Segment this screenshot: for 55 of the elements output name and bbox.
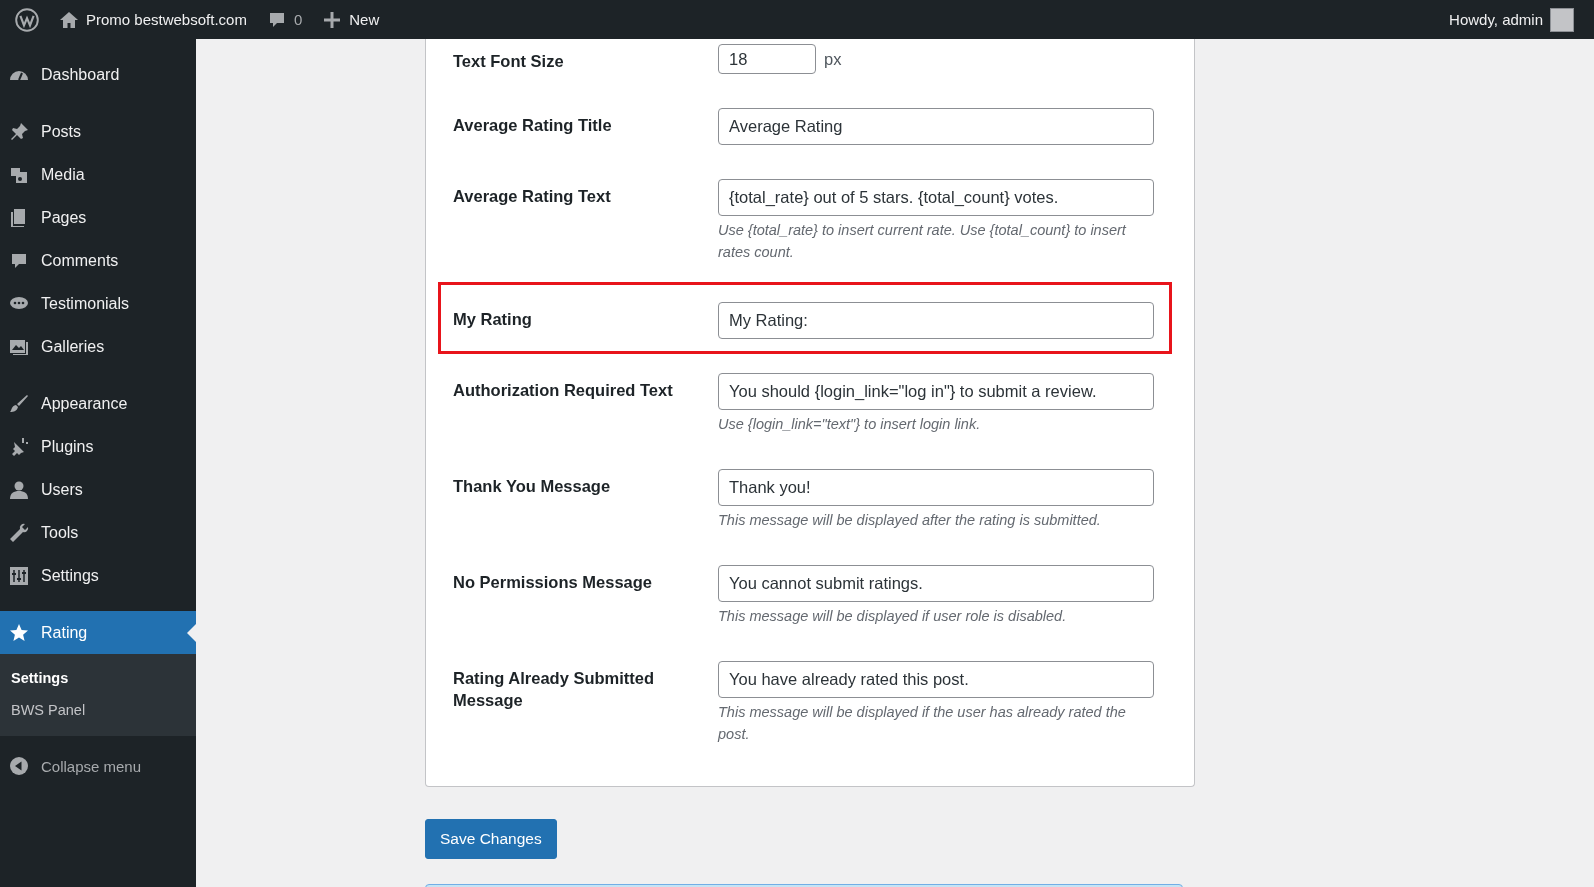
field-description: This message will be displayed if the user has already rated the post.: [718, 703, 1127, 744]
star-icon: [9, 622, 29, 643]
sidebar-item[interactable]: Rating: [0, 611, 196, 654]
home-icon[interactable]: [59, 9, 79, 30]
sidebar-item[interactable]: Dashboard: [0, 53, 196, 96]
submenu-item[interactable]: BWS Panel: [0, 694, 196, 726]
sidebar-item[interactable]: Plugins: [0, 425, 196, 468]
avatar[interactable]: [1550, 7, 1574, 32]
unit-label: px: [824, 49, 842, 69]
text-field[interactable]: You should {login_link="log in"} to submit a review.: [718, 373, 1154, 410]
field-description: Use {login_link="text"} to insert login link.: [718, 415, 982, 434]
field-description: This message will be displayed if user role is disabled.: [718, 607, 1068, 626]
comment-count[interactable]: 0: [293, 11, 303, 28]
number-field[interactable]: 18: [718, 44, 816, 74]
pushpin-icon: [9, 121, 29, 142]
sidebar-item[interactable]: Galleries: [0, 325, 196, 368]
text-field[interactable]: Average Rating: [718, 108, 1154, 145]
field-label: Thank You Message: [453, 476, 612, 497]
text-field[interactable]: You have already rated this post.: [718, 661, 1154, 698]
sidebar-item[interactable]: Tools: [0, 511, 196, 554]
plus-icon[interactable]: [322, 9, 343, 30]
wordpress-logo-icon[interactable]: [15, 7, 39, 32]
sidebar-item[interactable]: Posts: [0, 110, 196, 153]
sidebar-item[interactable]: Media: [0, 153, 196, 196]
field-label: Average Rating Title: [453, 115, 613, 136]
field-label: My Rating: [453, 309, 533, 330]
field-description: This message will be displayed after the rating is submitted.: [718, 511, 1102, 530]
save-changes-button[interactable]: Save Changes: [425, 819, 557, 859]
sidebar-item[interactable]: Users: [0, 468, 196, 511]
sidebar-item[interactable]: Comments: [0, 239, 196, 282]
sidebar-item[interactable]: Testimonials: [0, 282, 196, 325]
field-label: Text Font Size: [453, 51, 565, 72]
wrench-icon: [9, 522, 29, 543]
text-field[interactable]: My Rating:: [718, 302, 1154, 339]
sliders-icon: [9, 565, 29, 586]
text-field[interactable]: Thank you!: [718, 469, 1154, 506]
field-description: Use {total_rate} to insert current rate. Use {total_count} to insert rates count.: [718, 221, 1128, 262]
collapse-icon: [9, 756, 29, 776]
greeting-link[interactable]: Howdy, admin: [1449, 11, 1543, 28]
sidebar-item[interactable]: Settings: [0, 554, 196, 597]
current-item-pointer: [187, 624, 196, 642]
sidebar-item[interactable]: Pages: [0, 196, 196, 239]
user-icon: [9, 479, 29, 500]
collapse-menu-button[interactable]: Collapse menu: [0, 746, 196, 786]
sidebar-item[interactable]: Appearance: [0, 382, 196, 425]
field-label: Authorization Required Text: [453, 380, 674, 401]
field-label: Average Rating Text: [453, 186, 612, 207]
text-field[interactable]: You cannot submit ratings.: [718, 565, 1154, 602]
new-link[interactable]: New: [349, 11, 380, 28]
paintbrush-icon: [9, 393, 29, 414]
text-field[interactable]: {total_rate} out of 5 stars. {total_count} votes.: [718, 179, 1154, 216]
site-name-link[interactable]: Promo bestwebsoft.com: [86, 11, 247, 28]
field-label: Rating Already Submitted Message: [453, 668, 656, 711]
field-label: No Permissions Message: [453, 572, 653, 593]
submenu-item[interactable]: Settings: [0, 662, 196, 694]
